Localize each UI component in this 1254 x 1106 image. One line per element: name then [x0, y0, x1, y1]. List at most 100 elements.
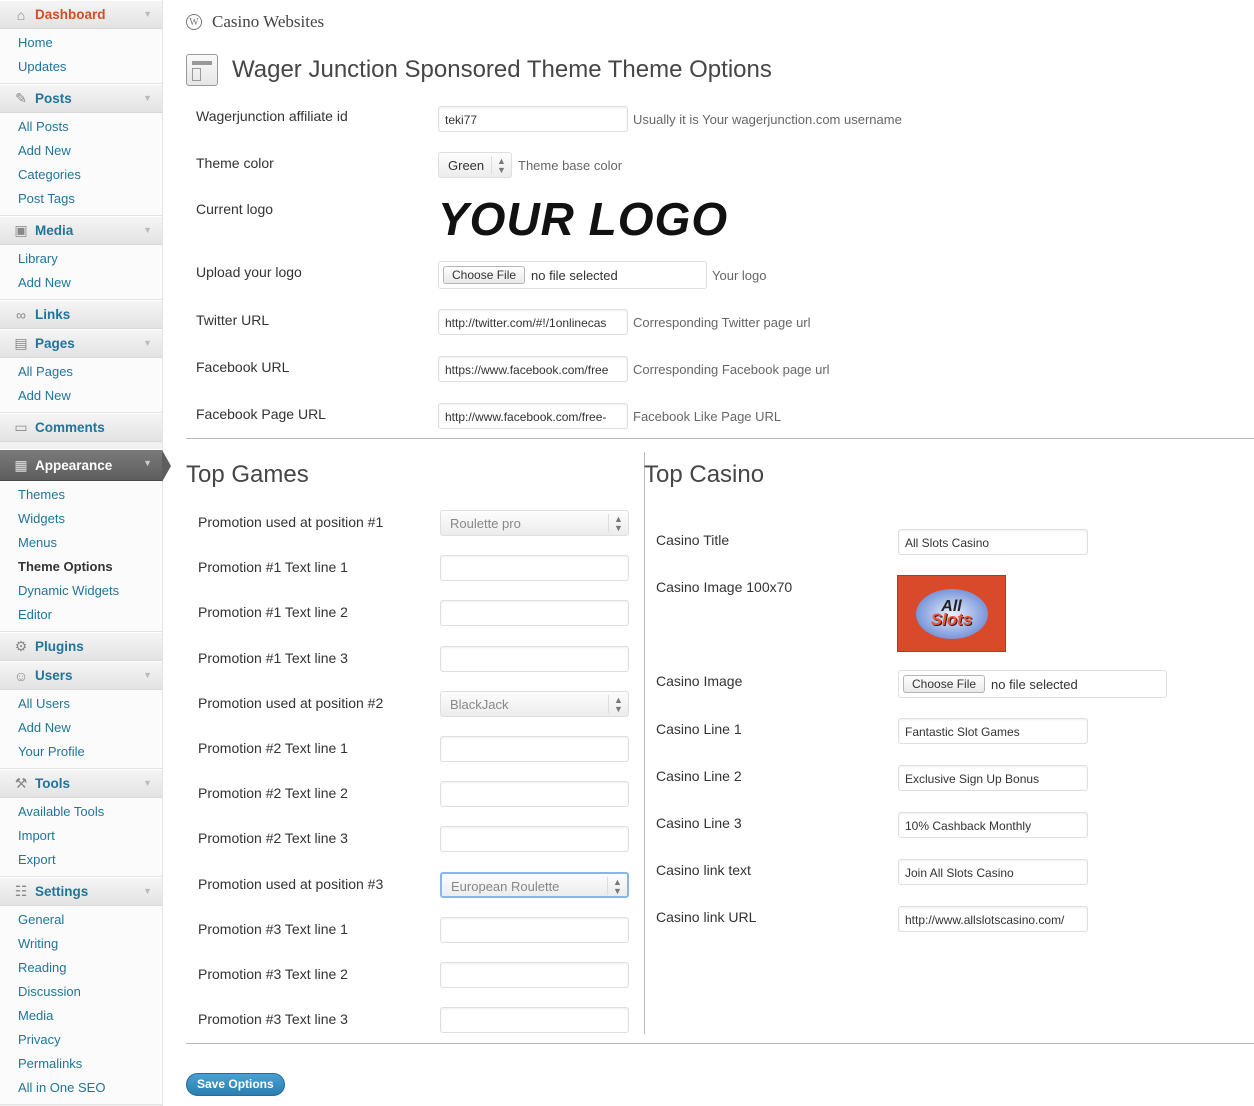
affiliate-hint: Usually it is Your wagerjunction.com use… — [633, 112, 902, 127]
casino-line-3-input[interactable]: 10% Cashback Monthly — [898, 812, 1088, 838]
casino-line-2-input[interactable]: Exclusive Sign Up Bonus — [898, 765, 1088, 791]
menu-item-discussion[interactable]: Discussion — [0, 980, 162, 1004]
promotion-select[interactable]: BlackJack ▲ ▼ — [440, 691, 629, 717]
menu-item-export[interactable]: Export — [0, 848, 162, 872]
casino-link-text-input[interactable]: Join All Slots Casino — [898, 859, 1088, 885]
casino-title-label: Casino Title — [656, 532, 730, 548]
menu-links[interactable]: ∞ Links — [0, 300, 162, 329]
chevron-down-icon[interactable]: ▼ — [143, 778, 152, 788]
tools-icon: ⚒ — [14, 775, 28, 791]
promotion-text-input[interactable] — [440, 917, 629, 943]
menu-settings[interactable]: ☷ Settings ▼ — [0, 877, 162, 906]
menu-item-permalinks[interactable]: Permalinks — [0, 1052, 162, 1076]
menu-item-reading[interactable]: Reading — [0, 956, 162, 980]
menu-item-post-tags[interactable]: Post Tags — [0, 187, 162, 211]
chevron-down-icon[interactable]: ▼ — [143, 886, 152, 896]
menu-item-add-new-user[interactable]: Add New — [0, 716, 162, 740]
site-title[interactable]: W Casino Websites — [186, 12, 324, 32]
menu-comments[interactable]: ▭ Comments — [0, 413, 162, 442]
affiliate-label: Wagerjunction affiliate id — [196, 108, 348, 124]
settings-icon: ☷ — [14, 883, 28, 899]
menu-item-writing[interactable]: Writing — [0, 932, 162, 956]
column-divider — [644, 452, 645, 1034]
menu-item-general[interactable]: General — [0, 908, 162, 932]
menu-item-available-tools[interactable]: Available Tools — [0, 800, 162, 824]
pin-icon: ✎ — [15, 90, 27, 106]
promotion-text-input[interactable] — [440, 962, 629, 988]
select-arrows-icon: ▲ ▼ — [608, 514, 628, 533]
menu-item-menus[interactable]: Menus — [0, 531, 162, 555]
menu-item-theme-options[interactable]: Theme Options — [0, 555, 162, 579]
menu-item-all-pages[interactable]: All Pages — [0, 360, 162, 384]
choose-file-button[interactable]: Choose File — [903, 675, 986, 693]
promotion-text-input[interactable] — [440, 555, 629, 581]
casino-line-1-input[interactable]: Fantastic Slot Games — [898, 718, 1088, 744]
casino-link-url-input[interactable]: http://www.allslotscasino.com/ — [898, 906, 1088, 932]
promotion-text-input[interactable] — [440, 826, 629, 852]
casino-link-url-label: Casino link URL — [656, 909, 757, 925]
twitter-url-label: Twitter URL — [196, 312, 270, 328]
main-content: W Casino Websites Wager Junction Sponsor… — [186, 0, 1254, 1106]
menu-item-all-posts[interactable]: All Posts — [0, 115, 162, 139]
menu-plugins[interactable]: ⚙ Plugins — [0, 632, 162, 661]
chevron-down-icon[interactable]: ▼ — [143, 225, 152, 235]
choose-file-button[interactable]: Choose File — [443, 266, 526, 284]
casino-image-small-label: Casino Image 100x70 — [656, 579, 793, 595]
menu-item-dynamic-widgets[interactable]: Dynamic Widgets — [0, 579, 162, 603]
file-status: no file selected — [531, 267, 618, 283]
menu-posts[interactable]: ✎ Posts ▼ — [0, 84, 162, 113]
menu-item-home[interactable]: Home — [0, 31, 162, 55]
menu-appearance[interactable]: ▦ Appearance ▼ — [0, 449, 171, 482]
promotion-select[interactable]: European Roulette ▲ ▼ — [440, 872, 629, 898]
top-games-row-label: Promotion #3 Text line 1 — [198, 921, 348, 937]
submenu-dashboard: Home Updates — [0, 29, 162, 84]
menu-media[interactable]: ▣ Media ▼ — [0, 216, 162, 245]
menu-tools[interactable]: ⚒ Tools ▼ — [0, 769, 162, 798]
promotion-select[interactable]: Roulette pro ▲ ▼ — [440, 510, 629, 536]
menu-item-all-in-one-seo[interactable]: All in One SEO — [0, 1076, 162, 1100]
menu-item-your-profile[interactable]: Your Profile — [0, 740, 162, 764]
theme-color-select[interactable]: Green ▲ ▼ — [438, 152, 512, 178]
house-icon: ⌂ — [16, 6, 26, 23]
facebook-url-input[interactable]: https://www.facebook.com/free — [438, 356, 628, 382]
menu-users[interactable]: ☺ Users ▼ — [0, 661, 162, 690]
submenu-appearance: Themes Widgets Menus Theme Options Dynam… — [0, 481, 162, 632]
promotion-text-input[interactable] — [440, 736, 629, 762]
chevron-down-icon[interactable]: ▼ — [143, 9, 152, 19]
promotion-text-input[interactable] — [440, 781, 629, 807]
users-icon: ☺ — [13, 667, 29, 684]
top-casino-heading: Top Casino — [644, 461, 765, 488]
menu-item-privacy[interactable]: Privacy — [0, 1028, 162, 1052]
chevron-down-icon[interactable]: ▼ — [143, 670, 152, 680]
menu-item-all-users[interactable]: All Users — [0, 692, 162, 716]
promotion-text-input[interactable] — [440, 646, 629, 672]
menu-pages[interactable]: ▤ Pages ▼ — [0, 329, 162, 358]
menu-item-add-new-media[interactable]: Add New — [0, 271, 162, 295]
menu-item-media-settings[interactable]: Media — [0, 1004, 162, 1028]
chevron-down-icon[interactable]: ▼ — [143, 338, 152, 348]
menu-item-categories[interactable]: Categories — [0, 163, 162, 187]
chevron-down-icon[interactable]: ▼ — [143, 458, 152, 468]
casino-image-label: Casino Image — [656, 673, 743, 689]
menu-item-import[interactable]: Import — [0, 824, 162, 848]
save-options-button[interactable]: Save Options — [186, 1073, 285, 1096]
upload-logo-file-input[interactable]: Choose File no file selected — [438, 261, 707, 289]
casino-image-file-input[interactable]: Choose File no file selected — [898, 670, 1167, 698]
menu-item-editor[interactable]: Editor — [0, 603, 162, 627]
menu-item-themes[interactable]: Themes — [0, 483, 162, 507]
facebook-page-url-input[interactable]: http://www.facebook.com/free- — [438, 403, 628, 429]
chevron-down-icon[interactable]: ▼ — [143, 93, 152, 103]
menu-item-add-new-post[interactable]: Add New — [0, 139, 162, 163]
casino-title-input[interactable]: All Slots Casino — [898, 529, 1088, 555]
menu-item-updates[interactable]: Updates — [0, 55, 162, 79]
promotion-text-input[interactable] — [440, 1007, 629, 1033]
twitter-url-input[interactable]: http://twitter.com/#!/1onlinecas — [438, 309, 628, 335]
menu-dashboard[interactable]: ⌂ Dashboard ▼ — [0, 0, 162, 29]
plug-icon: ⚙ — [14, 638, 28, 654]
promotion-text-input[interactable] — [440, 600, 629, 626]
affiliate-id-input[interactable]: teki77 — [438, 106, 628, 132]
menu-item-library[interactable]: Library — [0, 247, 162, 271]
menu-item-add-new-page[interactable]: Add New — [0, 384, 162, 408]
top-games-row-label: Promotion used at position #2 — [198, 695, 384, 711]
menu-item-widgets[interactable]: Widgets — [0, 507, 162, 531]
